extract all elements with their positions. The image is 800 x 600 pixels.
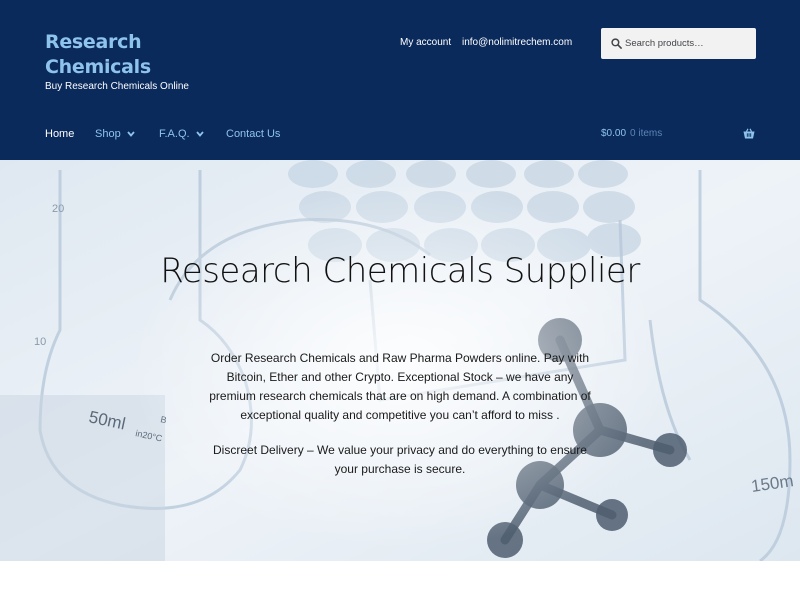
email-link[interactable]: info@nolimitrechem.com [462,37,572,48]
hero-paragraph-intro: Order Research Chemicals and Raw Pharma … [209,351,591,422]
my-account-link[interactable]: My account [400,37,451,48]
nav-item-contact[interactable]: Contact Us [226,128,280,140]
site-title[interactable]: Research Chemicals [45,30,185,80]
search-input[interactable] [625,35,750,52]
hero-paragraph-delivery: Discreet Delivery – We value your privac… [213,443,587,476]
chevron-down-icon [127,131,135,137]
cart-count[interactable]: 0 items [630,128,662,139]
hero-banner: 50ml B in20°C 150m 20 10 Research Chemic… [0,160,800,561]
nav-item-faq[interactable]: F.A.Q. [159,128,204,140]
nav-item-home-label: Home [45,128,75,140]
nav-item-faq-label: F.A.Q. [159,128,190,140]
site-tagline: Buy Research Chemicals Online [45,81,189,92]
cart-amount[interactable]: $0.00 [601,128,626,139]
chevron-down-icon [195,131,204,137]
basket-icon[interactable] [743,128,755,139]
nav-item-contact-label: Contact Us [226,128,281,140]
header-cart[interactable]: $0.00 0 items [601,128,755,139]
search-icon [611,38,622,49]
product-search[interactable] [601,28,756,59]
graduation-10-text: 10 [34,336,46,348]
hero-title: Research Chemicals Supplier [160,251,640,291]
nav-item-home[interactable]: Home [45,128,74,140]
graduation-20-text: 20 [52,203,64,215]
nav-item-shop[interactable]: Shop [95,128,135,140]
site-header: Research Chemicals Buy Research Chemical… [0,0,800,160]
nav-item-shop-label: Shop [95,128,121,140]
